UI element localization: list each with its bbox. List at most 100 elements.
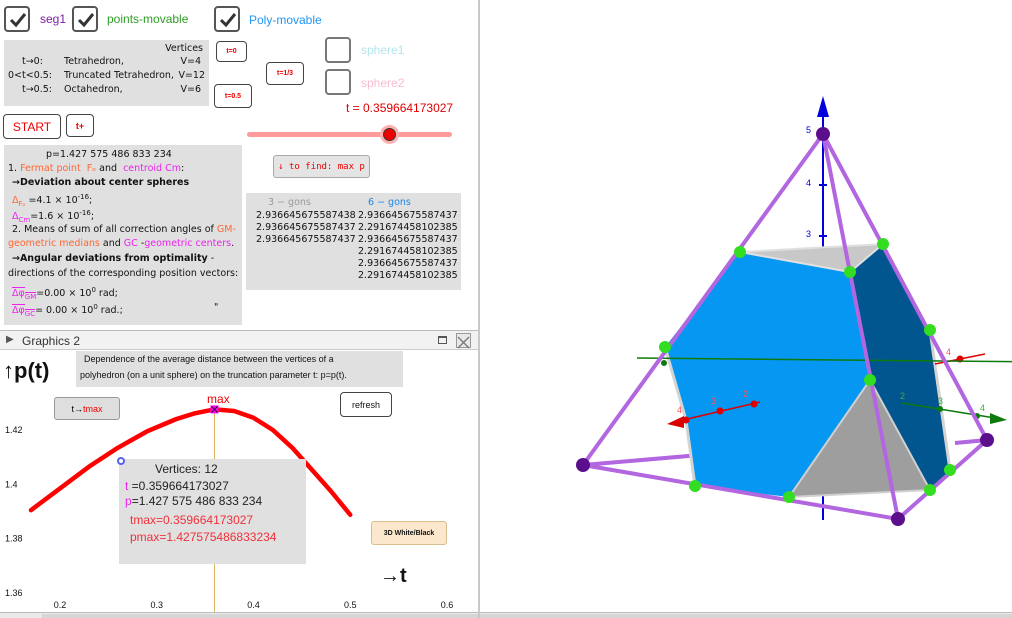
x-tick-label: 0.2 — [54, 600, 67, 610]
geometric-centers-text: geometric centers — [144, 238, 232, 249]
t-slider-handle[interactable] — [379, 125, 399, 144]
fo-symbol: Fₒ — [86, 163, 97, 174]
and-text: and — [99, 238, 124, 249]
and-text: and — [96, 163, 121, 174]
refresh-button[interactable]: refresh — [340, 392, 392, 417]
gons-col2-header: 6 − gons — [368, 197, 411, 208]
graphics-3d-view[interactable]: 4 3 2 4 2 3 4 5 4 3 — [480, 0, 1012, 612]
z-tick-label: 4 — [806, 178, 811, 188]
phi-gm-value: =0.00 × 10 — [36, 288, 92, 300]
truncated-vertex — [864, 374, 876, 386]
t-arrow-text: t→ — [71, 403, 83, 414]
gons-col1-header: 3 − gons — [268, 197, 311, 208]
y-axis-tick — [661, 360, 667, 366]
description-line2: polyhedron (on a unit sphere) on the tru… — [80, 370, 347, 380]
vertices-row-name: Octahedron, — [64, 84, 123, 95]
vertex-info-box: Vertices: 12 t =0.359664173027 p=1.427 5… — [119, 459, 306, 564]
phi-gc-line: ΔφGC= 0.00 × 100 rad.; — [12, 301, 123, 322]
colon: : — [180, 163, 185, 174]
y-tick-label: 1.38 — [5, 534, 23, 544]
poly-movable-label: Poly-movable — [249, 13, 322, 27]
y-axis-arrow — [990, 413, 1007, 424]
truncated-vertex — [659, 341, 671, 353]
description-line1: Dependence of the average distance betwe… — [84, 354, 334, 364]
p-symbol: p — [125, 494, 132, 508]
checkmark-icon — [9, 13, 27, 28]
phi-gc-value: = 0.00 × 10 — [35, 305, 94, 317]
y-tick-label: 1.4 — [5, 479, 18, 489]
y-axis-label: ↑p(t) — [3, 358, 50, 383]
gons-cell: 2.291674458102385 — [358, 222, 458, 233]
close-view-button[interactable] — [456, 333, 471, 349]
centroid-text: centroid Cm — [123, 163, 181, 174]
vertices-row-count: V=6 — [180, 84, 201, 95]
t-one-third-button[interactable]: t=1/3 — [266, 62, 304, 85]
dot: . — [231, 238, 235, 249]
seg1-label: seg1 — [40, 12, 67, 26]
close-icon — [457, 336, 470, 349]
x-axis-tick — [750, 400, 758, 408]
t-slider-track[interactable] — [247, 132, 452, 137]
y-tick-label: 2 — [900, 391, 905, 401]
p-value-text: p=1.427 575 486 833 234 — [46, 149, 172, 160]
x-tick-label: 2 — [743, 389, 748, 399]
start-button[interactable]: START — [3, 114, 61, 139]
t-value-line: t =0.359664173027 — [125, 479, 229, 493]
seg1-checkbox[interactable] — [4, 6, 30, 32]
truncated-vertex — [924, 324, 936, 336]
truncated-vertex — [734, 246, 746, 258]
correction-angles-text: 2. Means of sum of all correction angles… — [12, 224, 217, 235]
vertices-count: Vertices: 12 — [155, 462, 218, 476]
x-axis-arrow — [667, 416, 684, 428]
x-tick-label: 0.4 — [247, 600, 260, 610]
t-to-tmax-button[interactable]: t→ tmax — [54, 397, 120, 420]
collapse-triangle-icon[interactable]: ▶ — [6, 334, 14, 345]
delta-phi-symbol: Δφ — [12, 287, 25, 300]
x-axis-tick — [682, 416, 690, 424]
tetrahedron-vertex — [576, 458, 590, 472]
info-anchor-point[interactable] — [117, 457, 125, 465]
graphics2-title: Graphics 2 — [22, 334, 81, 348]
find-max-p-button[interactable]: ↓ to find: max p — [273, 155, 370, 178]
truncated-vertex — [877, 238, 889, 250]
sphere1-label: sphere1 — [361, 43, 405, 57]
sphere2-label: sphere2 — [361, 76, 405, 90]
gons-cell: 2.291674458102385 — [358, 246, 458, 257]
geometric-medians-text: geometric medians — [8, 238, 100, 249]
x-axis-label: →t — [380, 565, 407, 587]
graphics2-titlebar: ▶ Graphics 2 — [0, 330, 478, 350]
y-tick-label: 1.42 — [5, 425, 23, 435]
description-box: Dependence of the average distance betwe… — [76, 351, 403, 387]
quote-mark: " — [214, 302, 219, 313]
poly-movable-checkbox[interactable] — [214, 6, 240, 32]
white-black-toggle-button[interactable]: 3D White/Black — [371, 521, 447, 545]
x-tick-label: 0.6 — [441, 600, 454, 610]
sphere2-checkbox[interactable] — [325, 69, 351, 95]
geogebra-app: seg1 points-movable Poly-movable Vertice… — [0, 0, 1012, 618]
gons-cell: 2.936645675587438 — [256, 210, 356, 221]
t-half-button[interactable]: t=0.5 — [214, 84, 252, 108]
t-zero-button[interactable]: t=0 — [216, 41, 247, 62]
y-tick-label: 1.36 — [5, 588, 23, 598]
undock-icon[interactable] — [438, 336, 447, 344]
graphics2-panel: 0.2 0.3 0.4 0.5 0.6 1.42 1.4 1.38 1.36 ↑p(t) Dep… — [0, 350, 478, 612]
horizontal-scrollbar[interactable] — [0, 612, 1012, 618]
truncated-vertex — [944, 464, 956, 476]
points-movable-checkbox[interactable] — [72, 6, 98, 32]
points-movable-label: points-movable — [107, 12, 189, 26]
z-axis-arrow — [817, 96, 829, 117]
t-plus-button[interactable]: t+ — [66, 114, 94, 137]
vertices-header: Vertices — [165, 43, 203, 54]
vertices-row-name: Tetrahedron, — [64, 56, 124, 67]
x-tick-label: 0.3 — [150, 600, 163, 610]
sphere1-checkbox[interactable] — [325, 37, 351, 63]
vertices-row-count: V=4 — [180, 56, 201, 67]
item-number: 1. — [8, 163, 21, 174]
checkmark-icon — [219, 13, 237, 28]
gm-subscript: GM — [24, 292, 37, 302]
vertices-row-cond: t→0: — [22, 56, 43, 67]
graphics-1-panel: seg1 points-movable Poly-movable Vertice… — [0, 0, 478, 330]
gons-cell: 2.936645675587437 — [358, 234, 458, 245]
gons-cell: 2.936645675587437 — [358, 210, 458, 221]
gons-cell: 2.936645675587437 — [256, 234, 356, 245]
